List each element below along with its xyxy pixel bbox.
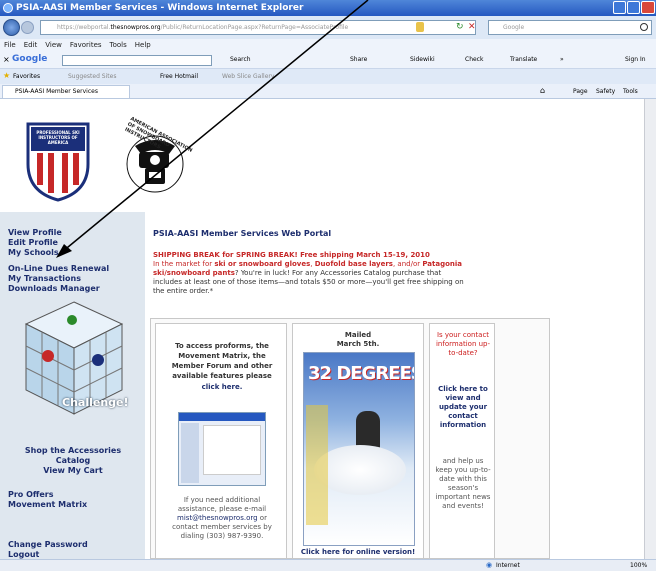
annotation-arrow-line (61, 0, 369, 253)
annotation-arrow (56, 0, 369, 258)
